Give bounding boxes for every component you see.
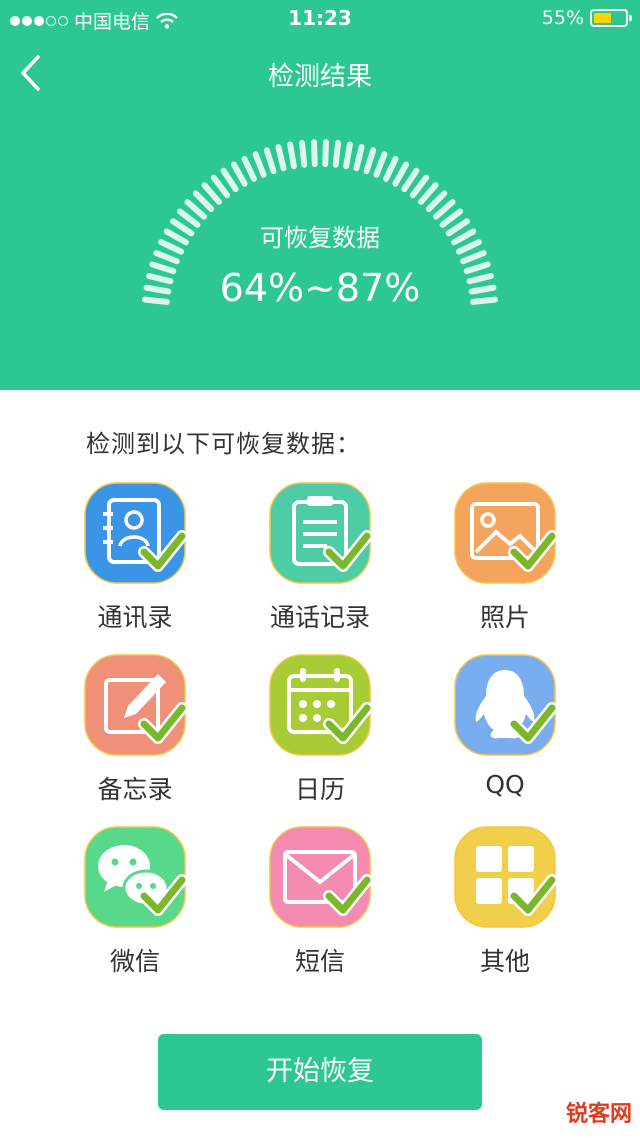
item-label: 微信 <box>109 947 160 976</box>
gauge-tick <box>153 250 180 265</box>
gauge-value: 64%~87% <box>219 266 421 310</box>
gauge-label: 可恢复数据 <box>260 224 380 252</box>
gauge-tick <box>201 182 222 205</box>
penguin-icon <box>452 652 558 760</box>
gauge-tick <box>418 182 439 205</box>
gauge-tick <box>299 139 308 168</box>
gauge-tick <box>332 139 341 168</box>
item-photos[interactable]: 照片 <box>405 480 605 634</box>
memo-icon <box>82 652 188 760</box>
item-calendar[interactable]: 日历 <box>220 652 420 806</box>
gauge-tick <box>263 147 277 175</box>
item-label: 日历 <box>294 775 345 804</box>
gauge-tick <box>184 199 208 220</box>
item-contacts[interactable]: 通讯录 <box>35 480 235 634</box>
gauge-tick <box>373 151 388 178</box>
gauge-tick <box>460 250 487 265</box>
item-label: 短信 <box>294 947 345 976</box>
gauge-tick <box>343 141 353 170</box>
start-recovery-button[interactable]: 开始恢复 <box>158 1034 482 1110</box>
item-label: 通讯录 <box>97 603 173 632</box>
gauge-tick <box>392 161 410 187</box>
gauge-tick <box>230 161 248 187</box>
contacts-icon <box>82 480 188 588</box>
gauge-tick <box>311 139 318 168</box>
item-sms[interactable]: 短信 <box>220 824 420 978</box>
gauge-tick <box>383 156 399 182</box>
clipboard-icon <box>267 480 373 588</box>
item-label: 备忘录 <box>97 775 173 804</box>
gauge-tick <box>401 167 420 193</box>
item-wechat[interactable]: 微信 <box>35 824 235 978</box>
gauge-tick <box>425 190 448 212</box>
item-label: 照片 <box>479 603 530 632</box>
gauge-tick <box>322 139 329 168</box>
gauge-tick <box>210 174 231 199</box>
item-other[interactable]: 其他 <box>405 824 605 978</box>
section-title: 检测到以下可恢复数据： <box>86 430 361 458</box>
gauge-tick <box>287 141 297 170</box>
gauge-tick <box>220 167 239 193</box>
gauge-tick <box>241 156 257 182</box>
calendar-icon <box>267 652 373 760</box>
item-label: 其他 <box>479 947 530 976</box>
grid-icon <box>452 824 558 932</box>
gauge-tick <box>432 199 456 220</box>
gauge-tick <box>363 147 377 175</box>
gauge-ring-icon <box>141 139 499 305</box>
item-call-log[interactable]: 通话记录 <box>220 480 420 634</box>
item-label: QQ <box>485 770 525 799</box>
watermark: 锐客网 <box>565 1102 632 1127</box>
gauge-tick <box>353 143 365 172</box>
item-memo[interactable]: 备忘录 <box>35 652 235 806</box>
item-qq[interactable]: QQ <box>405 652 605 799</box>
gauge-tick <box>275 143 287 172</box>
item-label: 通话记录 <box>269 603 370 632</box>
envelope-icon <box>267 824 373 932</box>
gauge-tick <box>409 174 430 199</box>
chat-icon <box>82 824 188 932</box>
gauge-tick <box>252 151 267 178</box>
gauge-tick <box>192 190 215 212</box>
image-icon <box>452 480 558 588</box>
